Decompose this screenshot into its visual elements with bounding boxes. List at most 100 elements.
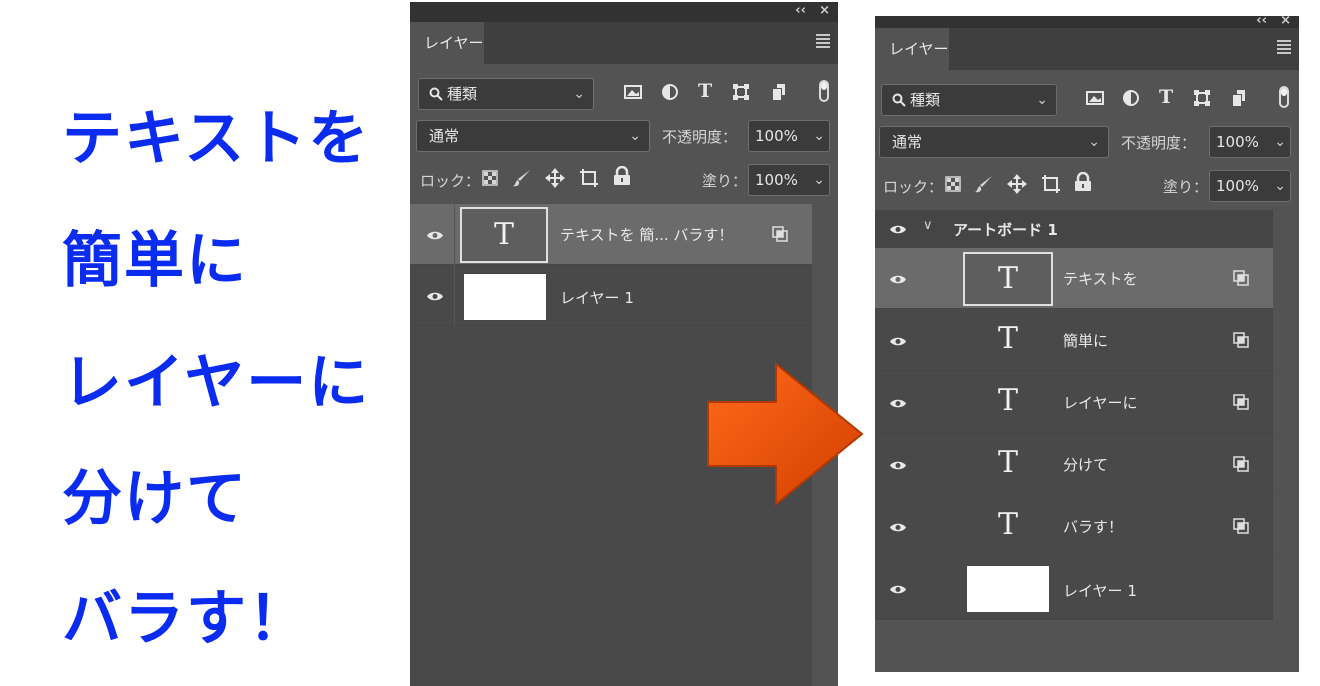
layer-name[interactable]: テキストを	[1063, 268, 1138, 289]
layer-name[interactable]: バラす！	[1063, 516, 1123, 537]
layer-row[interactable]: T バラす！	[875, 496, 1273, 557]
layer-name[interactable]: レイヤーに	[1063, 392, 1138, 413]
chevron-down-icon: ⌄	[1274, 178, 1286, 194]
image-filter-icon[interactable]	[1086, 90, 1104, 106]
panel-menu-icon[interactable]	[1277, 40, 1291, 54]
blend-mode-value: 通常	[429, 127, 460, 145]
eye-icon[interactable]	[426, 230, 444, 241]
lock-label: ロック：	[883, 178, 944, 196]
layer-name[interactable]: 分けて	[1063, 454, 1108, 475]
chevron-down-icon: ⌄	[629, 128, 641, 144]
headline-line: テキストを	[62, 104, 371, 174]
opacity-label: 不透明度：	[662, 128, 738, 146]
lock-artboard-icon[interactable]	[578, 167, 600, 189]
text-filter-icon[interactable]: T	[698, 80, 712, 102]
disclosure-icon[interactable]: ∨	[923, 218, 933, 233]
eye-icon[interactable]	[889, 522, 907, 533]
lock-transparent-icon[interactable]	[945, 176, 961, 192]
opacity-input[interactable]: 100% ⌄	[1209, 126, 1291, 158]
eye-icon[interactable]	[889, 274, 907, 285]
eye-icon[interactable]	[889, 336, 907, 347]
layer-name[interactable]: テキストを 簡... バラす！	[560, 224, 733, 245]
chevron-down-icon: ⌄	[1036, 92, 1048, 108]
smart-filter-icon	[1233, 518, 1249, 534]
opacity-input[interactable]: 100% ⌄	[748, 120, 830, 152]
close-icon[interactable]: ×	[1280, 16, 1291, 28]
image-filter-icon[interactable]	[624, 84, 642, 100]
adjustment-filter-icon[interactable]	[662, 84, 678, 100]
lock-transparent-icon[interactable]	[482, 170, 498, 186]
text-filter-icon[interactable]: T	[1159, 86, 1173, 108]
chevron-down-icon: ⌄	[1274, 134, 1286, 150]
headline-line: 簡単に	[62, 226, 248, 296]
layer-name[interactable]: レイヤー 1	[560, 287, 634, 308]
filter-kind-value: 種類	[447, 85, 478, 103]
filter-kind-value: 種類	[910, 91, 941, 109]
lock-brush-icon[interactable]	[974, 174, 994, 194]
layer-row[interactable]: レイヤー 1	[410, 265, 812, 326]
chevron-down-icon: ⌄	[813, 128, 825, 144]
smart-object-filter-icon[interactable]	[771, 83, 787, 101]
shape-filter-icon[interactable]	[1194, 90, 1210, 106]
search-icon	[892, 93, 906, 107]
tab-layers[interactable]: レイヤー	[410, 22, 484, 64]
opacity-value: 100%	[1216, 133, 1259, 151]
collapse-icon[interactable]: ‹‹	[795, 3, 806, 18]
smart-object-filter-icon[interactable]	[1231, 89, 1247, 107]
fill-input[interactable]: 100% ⌄	[1209, 170, 1291, 202]
layer-row[interactable]: レイヤー 1	[875, 558, 1273, 619]
pixel-layer-thumbnail	[967, 566, 1049, 612]
lock-move-icon[interactable]	[1006, 173, 1028, 195]
chevron-down-icon: ⌄	[1088, 134, 1100, 150]
collapse-icon[interactable]: ‹‹	[1256, 16, 1267, 28]
close-icon[interactable]: ×	[819, 3, 830, 18]
panel-menu-icon[interactable]	[816, 34, 830, 48]
smart-filter-icon	[772, 226, 788, 242]
artboard-row[interactable]: ∨ アートボード 1	[875, 210, 1273, 248]
adjustment-filter-icon[interactable]	[1123, 90, 1139, 106]
filter-toggle[interactable]	[1279, 86, 1289, 108]
scrollbar[interactable]	[1273, 210, 1299, 620]
blend-mode-select[interactable]: 通常 ⌄	[879, 126, 1109, 158]
eye-icon[interactable]	[889, 584, 907, 595]
lock-brush-icon[interactable]	[512, 168, 532, 188]
lock-artboard-icon[interactable]	[1040, 173, 1062, 195]
layer-row[interactable]: T テキストを 簡... バラす！	[410, 204, 812, 265]
layer-name[interactable]: レイヤー 1	[1063, 580, 1137, 601]
filter-kind-select[interactable]: 種類 ⌄	[418, 78, 594, 110]
fill-label: 塗り：	[1163, 178, 1209, 196]
layer-row[interactable]: T 簡単に	[875, 310, 1273, 371]
headline-line: レイヤーに	[62, 348, 371, 418]
filter-toggle[interactable]	[819, 80, 829, 102]
layer-row[interactable]: T 分けて	[875, 434, 1273, 495]
lock-all-icon[interactable]	[1074, 172, 1092, 192]
layer-row[interactable]: T テキストを	[875, 248, 1273, 309]
eye-icon[interactable]	[889, 224, 907, 235]
lock-label: ロック：	[420, 172, 481, 190]
panel-title-bar: ‹‹ ×	[410, 2, 838, 22]
eye-icon[interactable]	[889, 398, 907, 409]
filter-kind-select[interactable]: 種類 ⌄	[881, 84, 1057, 116]
tab-row: レイヤー	[410, 22, 838, 64]
text-layer-thumbnail: T	[997, 445, 1018, 480]
opacity-label: 不透明度：	[1121, 134, 1197, 152]
lock-all-icon[interactable]	[613, 166, 631, 186]
layers-panel-after: ‹‹ × レイヤー 種類 ⌄ T 通常 ⌄ 不透明度： 100% ⌄ ロック： …	[875, 16, 1299, 672]
arrow-right-icon	[707, 362, 864, 506]
layer-name[interactable]: 簡単に	[1063, 330, 1108, 351]
smart-filter-icon	[1233, 332, 1249, 348]
eye-icon[interactable]	[426, 291, 444, 302]
layers-panel-before: ‹‹ × レイヤー 種類 ⌄ T 通常 ⌄ 不透明度： 100% ⌄ ロック： …	[410, 2, 838, 686]
fill-value: 100%	[1216, 177, 1259, 195]
smart-filter-icon	[1233, 394, 1249, 410]
artboard-name[interactable]: アートボード 1	[953, 219, 1058, 240]
eye-icon[interactable]	[889, 460, 907, 471]
shape-filter-icon[interactable]	[733, 84, 749, 100]
panel-title-bar: ‹‹ ×	[875, 16, 1299, 28]
tab-layers[interactable]: レイヤー	[875, 28, 949, 70]
chevron-down-icon: ⌄	[813, 172, 825, 188]
fill-input[interactable]: 100% ⌄	[748, 164, 830, 196]
blend-mode-select[interactable]: 通常 ⌄	[416, 120, 650, 152]
layer-row[interactable]: T レイヤーに	[875, 372, 1273, 433]
lock-move-icon[interactable]	[544, 167, 566, 189]
